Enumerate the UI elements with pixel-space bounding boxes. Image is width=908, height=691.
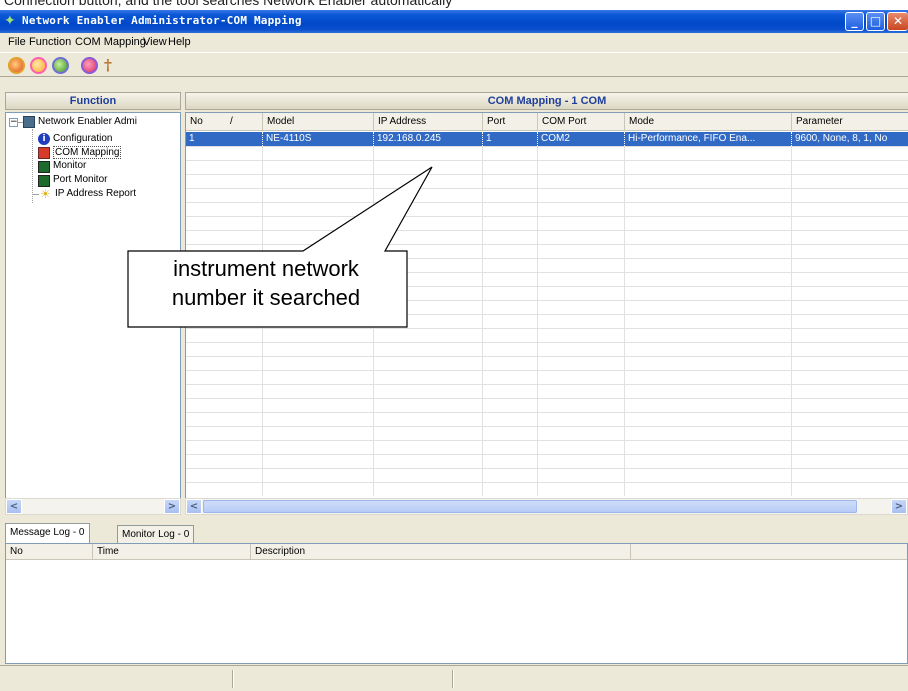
cell-com-port: COM2: [538, 132, 625, 146]
window-title: Network Enabler Administrator-COM Mappin…: [22, 14, 302, 27]
scroll-left-arrow-icon[interactable]: <: [6, 499, 22, 514]
log-col-empty: [631, 544, 907, 560]
network-icon: [23, 116, 35, 128]
cell-port: 1: [483, 132, 538, 146]
port-monitor-icon: [38, 175, 50, 187]
cell-mode: Hi-Performance, FIFO Ena...: [625, 132, 792, 146]
col-sort-indicator: /: [230, 116, 233, 127]
cell-model: NE-4110S: [263, 132, 374, 146]
tree-collapse-icon[interactable]: −: [9, 118, 18, 127]
com-mapping-header: COM Mapping - 1 COM: [185, 92, 908, 110]
status-divider: [232, 670, 234, 688]
connect-icon[interactable]: [81, 57, 98, 74]
cell-no: 1: [186, 132, 263, 146]
tree-root-label[interactable]: Network Enabler Admi: [38, 116, 137, 127]
menu-help[interactable]: Help: [168, 36, 191, 48]
refresh-icon[interactable]: [30, 57, 47, 74]
tree-item-ip-address-report[interactable]: IP Address Report: [55, 188, 136, 199]
status-bar: [0, 665, 908, 691]
menu-bar: File Function COM Mapping View Help: [0, 33, 908, 52]
close-button[interactable]: ✕: [887, 12, 908, 31]
scroll-right-arrow-icon[interactable]: >: [891, 499, 907, 514]
com-mapping-icon: [38, 147, 50, 159]
tree-item-configuration[interactable]: Configuration: [53, 133, 112, 144]
search-icon[interactable]: [8, 57, 25, 74]
tab-monitor-log[interactable]: Monitor Log - 0: [117, 525, 195, 543]
col-ip-address[interactable]: IP Address: [374, 113, 483, 131]
callout-line-1: instrument network: [173, 256, 359, 281]
help-icon[interactable]: †: [104, 56, 120, 74]
top-caption-text: Connection button, and the tool searches…: [4, 0, 453, 8]
cell-ip-address: 192.168.0.245: [374, 132, 483, 146]
monitor-icon: [38, 161, 50, 173]
scroll-thumb[interactable]: [203, 500, 857, 513]
tree-horizontal-scrollbar[interactable]: < >: [5, 498, 181, 515]
toolbar: †: [0, 52, 908, 77]
title-bar[interactable]: ✦ Network Enabler Administrator-COM Mapp…: [0, 10, 908, 33]
col-no[interactable]: No /: [186, 113, 263, 131]
menu-com-mapping[interactable]: COM Mapping: [75, 36, 146, 48]
callout-line-2: number it searched: [171, 285, 361, 310]
menu-function[interactable]: Function: [29, 36, 71, 48]
tree-item-monitor[interactable]: Monitor: [53, 160, 86, 171]
col-com-port[interactable]: COM Port: [538, 113, 625, 131]
log-col-no[interactable]: No: [6, 544, 93, 560]
bulb-icon: ☀: [40, 187, 51, 201]
status-divider: [452, 670, 454, 688]
grid-horizontal-scrollbar[interactable]: < >: [185, 498, 908, 515]
minimize-button[interactable]: _: [845, 12, 864, 31]
menu-view[interactable]: View: [143, 36, 167, 48]
message-log-panel: No Time Description: [5, 543, 908, 664]
col-model[interactable]: Model: [263, 113, 374, 131]
col-parameter[interactable]: Parameter: [792, 113, 908, 131]
app-icon: ✦: [4, 13, 16, 29]
menu-file[interactable]: File: [8, 36, 26, 48]
maximize-button[interactable]: □: [866, 12, 885, 31]
col-port[interactable]: Port: [483, 113, 538, 131]
cell-parameter: 9600, None, 8, 1, No: [795, 133, 888, 144]
log-col-time[interactable]: Time: [93, 544, 251, 560]
info-icon: i: [38, 133, 50, 145]
function-panel-header: Function: [5, 92, 181, 110]
scroll-left-arrow-icon[interactable]: <: [186, 499, 202, 514]
app-window: ✦ Network Enabler Administrator-COM Mapp…: [0, 10, 908, 691]
tree-item-com-mapping[interactable]: COM Mapping: [53, 146, 122, 159]
tree-item-port-monitor[interactable]: Port Monitor: [53, 174, 107, 185]
top-caption-strip: Connection button, and the tool searches…: [0, 0, 908, 10]
col-mode[interactable]: Mode: [625, 113, 792, 131]
scroll-right-arrow-icon[interactable]: >: [164, 499, 180, 514]
log-tabs: Message Log - 0 Monitor Log - 0: [5, 523, 908, 544]
callout-text: instrument network number it searched: [125, 254, 407, 312]
settings-icon[interactable]: [52, 57, 69, 74]
log-col-description[interactable]: Description: [251, 544, 631, 560]
tab-message-log[interactable]: Message Log - 0: [5, 523, 90, 543]
